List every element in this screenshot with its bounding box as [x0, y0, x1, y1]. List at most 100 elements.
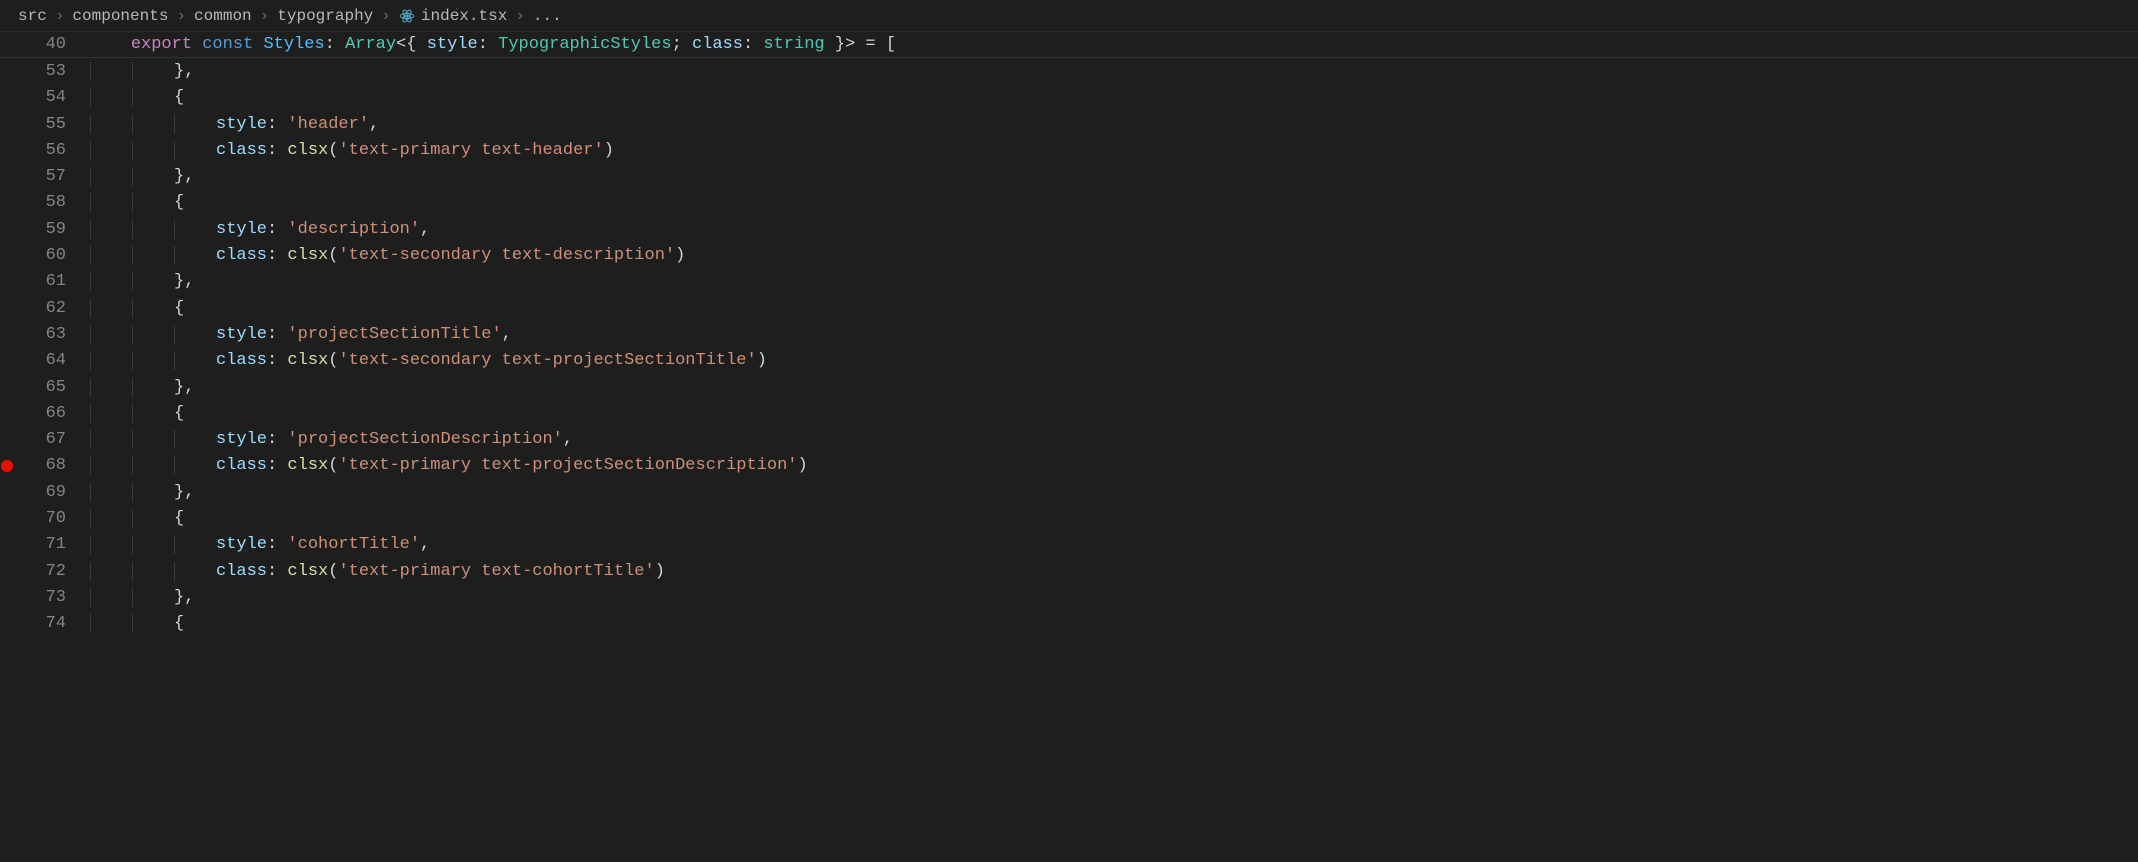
token: style: [216, 430, 267, 449]
code-line[interactable]: style: 'cohortTitle',: [90, 535, 2138, 554]
token: clsx: [287, 246, 328, 265]
code-row[interactable]: 74{: [0, 611, 2138, 637]
indent-guide: [132, 115, 133, 134]
token: ,: [420, 220, 430, 239]
token: 'header': [287, 115, 369, 134]
token: style: [216, 220, 267, 239]
indent-guide: [90, 141, 91, 160]
code-line[interactable]: {: [90, 509, 2138, 528]
indent-guide: [90, 88, 91, 107]
code-row[interactable]: 54 {: [0, 85, 2138, 111]
code-row[interactable]: 66{: [0, 400, 2138, 426]
code-line[interactable]: },: [90, 483, 2138, 502]
breakpoint-gutter[interactable]: [0, 460, 14, 472]
token: clsx: [287, 562, 328, 581]
token: {: [174, 193, 184, 212]
code-row[interactable]: 55style: 'header',: [0, 111, 2138, 137]
code-row[interactable]: 60class: clsx('text-secondary text-descr…: [0, 242, 2138, 268]
code-row[interactable]: 69},: [0, 479, 2138, 505]
indent-guide: [132, 456, 133, 475]
code-line[interactable]: class: clsx('text-secondary text-descrip…: [90, 246, 2138, 265]
token: clsx: [287, 141, 328, 160]
line-number: 74: [14, 614, 90, 633]
breadcrumb-part[interactable]: src: [18, 7, 47, 25]
indent-guide: [174, 456, 175, 475]
code-line[interactable]: {: [90, 88, 2138, 107]
code-row[interactable]: 58 {: [0, 190, 2138, 216]
code-line[interactable]: },: [90, 378, 2138, 397]
code-line[interactable]: class: clsx('text-secondary text-project…: [90, 351, 2138, 370]
line-number: 54: [14, 88, 90, 107]
line-number: 60: [14, 246, 90, 265]
token: :: [267, 220, 287, 239]
code-line[interactable]: {: [90, 299, 2138, 318]
token: {: [174, 88, 184, 107]
indent-guide: [132, 220, 133, 239]
code-row[interactable]: 70 {: [0, 505, 2138, 531]
line-number: 61: [14, 272, 90, 291]
token: 'text-primary text-projectSectionDescrip…: [338, 456, 797, 475]
token: },: [174, 378, 194, 397]
code-line[interactable]: class: clsx('text-primary text-header'): [90, 141, 2138, 160]
token: :: [267, 115, 287, 134]
code-line[interactable]: style: 'description',: [90, 220, 2138, 239]
code-line[interactable]: style: 'header',: [90, 115, 2138, 134]
code-row[interactable]: 56class: clsx('text-primary text-header'…: [0, 137, 2138, 163]
code-row[interactable]: 71style: 'cohortTitle',: [0, 532, 2138, 558]
code-line[interactable]: },: [90, 62, 2138, 81]
sticky-scroll-line[interactable]: 40 export const Styles: Array<{ style: T…: [0, 32, 2138, 58]
token: 'text-primary text-cohortTitle': [338, 562, 654, 581]
code-row[interactable]: 62{: [0, 295, 2138, 321]
code-row[interactable]: 68class: clsx('text-primary text-project…: [0, 453, 2138, 479]
code-row[interactable]: 64class: clsx('text-secondary text-proje…: [0, 348, 2138, 374]
token: 'text-primary text-header': [338, 141, 603, 160]
code-row[interactable]: 63style: 'projectSectionTitle',: [0, 321, 2138, 347]
indent-guide: [90, 272, 91, 291]
indent-guide: [174, 115, 175, 134]
line-number: 70: [14, 509, 90, 528]
breakpoint-icon[interactable]: [1, 460, 13, 472]
indent-guide: [174, 351, 175, 370]
code-line[interactable]: {: [90, 193, 2138, 212]
code-line[interactable]: class: clsx('text-primary text-projectSe…: [90, 456, 2138, 475]
indent-guide: [132, 299, 133, 318]
indent-guide: [132, 404, 133, 423]
code-row[interactable]: 72class: clsx('text-primary text-cohortT…: [0, 558, 2138, 584]
indent-guide: [132, 562, 133, 581]
code-line[interactable]: },: [90, 272, 2138, 291]
token: ,: [502, 325, 512, 344]
code-row[interactable]: 59style: 'description',: [0, 216, 2138, 242]
code-row[interactable]: 73},: [0, 584, 2138, 610]
line-number: 58: [14, 193, 90, 212]
indent-guide: [132, 325, 133, 344]
token: },: [174, 62, 194, 81]
chevron-right-icon: ›: [55, 7, 65, 25]
indent-guide: [90, 246, 91, 265]
code-row[interactable]: 61},: [0, 269, 2138, 295]
indent-guide: [132, 167, 133, 186]
code-row[interactable]: 57},: [0, 163, 2138, 189]
indent-guide: [90, 509, 91, 528]
token: {: [174, 509, 184, 528]
editor-body[interactable]: 53}, 54 {55style: 'header',56class: clsx('…: [0, 58, 2138, 637]
code-line[interactable]: class: clsx('text-primary text-cohortTit…: [90, 562, 2138, 581]
token: ,: [420, 535, 430, 554]
line-number: 67: [14, 430, 90, 449]
code-row[interactable]: 67style: 'projectSectionDescription',: [0, 426, 2138, 452]
code-row[interactable]: 53},: [0, 58, 2138, 84]
indent-guide: [132, 272, 133, 291]
code-line[interactable]: {: [90, 404, 2138, 423]
line-number: 71: [14, 535, 90, 554]
token: (: [328, 456, 338, 475]
code-line[interactable]: style: 'projectSectionTitle',: [90, 325, 2138, 344]
indent-guide: [132, 88, 133, 107]
token: :: [267, 141, 287, 160]
indent-guide: [132, 535, 133, 554]
line-number: 59: [14, 220, 90, 239]
code-row[interactable]: 65},: [0, 374, 2138, 400]
code-line[interactable]: },: [90, 588, 2138, 607]
code-line[interactable]: {: [90, 614, 2138, 633]
token: },: [174, 588, 194, 607]
code-line[interactable]: style: 'projectSectionDescription',: [90, 430, 2138, 449]
code-line[interactable]: },: [90, 167, 2138, 186]
